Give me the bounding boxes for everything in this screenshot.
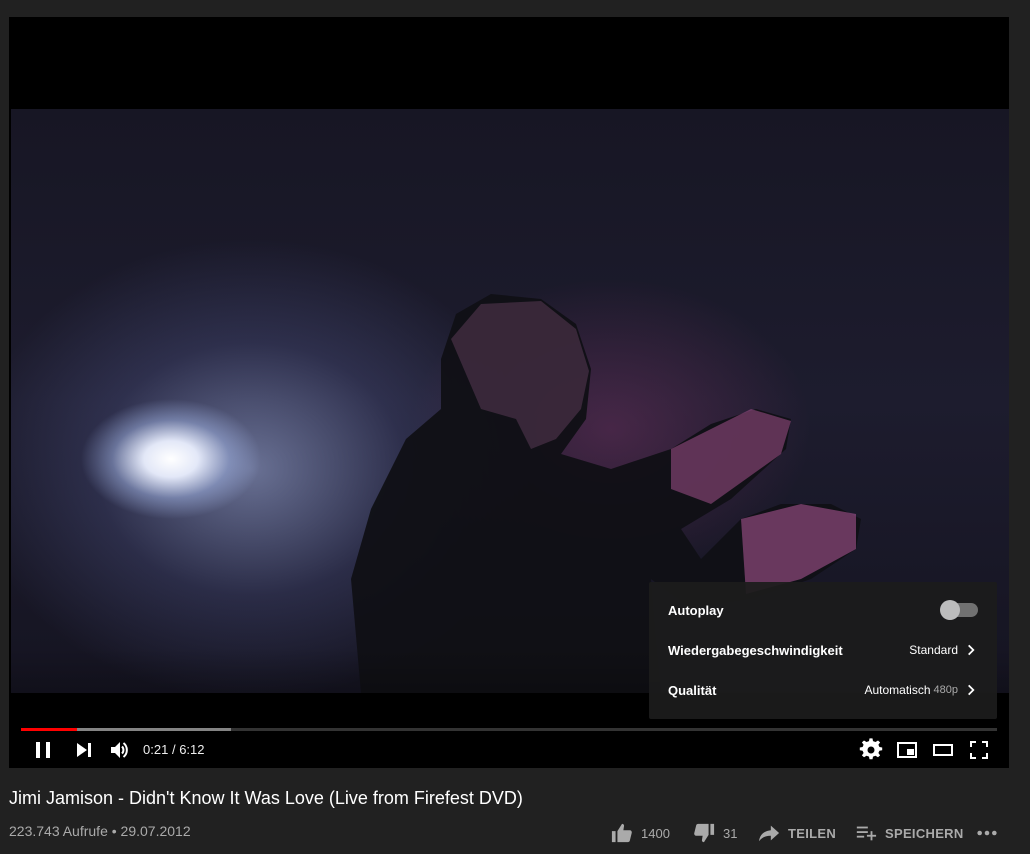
- settings-menu: Autoplay Wiedergabegeschwindigkeit Stand…: [649, 582, 997, 719]
- dislike-button[interactable]: 31: [693, 822, 737, 844]
- share-button[interactable]: TEILEN: [758, 822, 836, 844]
- video-title: Jimi Jamison - Didn't Know It Was Love (…: [9, 788, 523, 808]
- time-display: 0:21 / 6:12: [143, 742, 205, 757]
- share-label: TEILEN: [788, 825, 837, 841]
- chevron-right-icon: [968, 684, 975, 696]
- progress-played: [21, 728, 77, 731]
- theater-mode-button[interactable]: [925, 737, 961, 763]
- gear-icon: [859, 738, 883, 760]
- menu-item-playback-speed[interactable]: Wiedergabegeschwindigkeit Standard: [649, 630, 997, 670]
- next-button[interactable]: [66, 737, 102, 763]
- menu-item-autoplay[interactable]: Autoplay: [649, 590, 997, 630]
- theater-icon: [933, 744, 953, 756]
- quality-value: Automatisch: [864, 683, 931, 697]
- settings-button[interactable]: [853, 737, 889, 763]
- progress-bar[interactable]: [21, 728, 997, 731]
- views-and-date: 223.743 Aufrufe • 29.07.2012: [9, 823, 191, 839]
- volume-icon: [111, 742, 128, 758]
- more-actions-button[interactable]: [976, 822, 1006, 844]
- playlist-add-icon: [856, 826, 877, 841]
- thumbs-up-icon: [611, 823, 632, 843]
- fullscreen-button[interactable]: [961, 737, 997, 763]
- playback-speed-label: Wiedergabegeschwindigkeit: [668, 642, 843, 658]
- menu-item-quality[interactable]: Qualität Automatisch 480p: [649, 670, 997, 710]
- miniplayer-icon: [897, 742, 917, 758]
- playback-speed-value: Standard: [909, 643, 958, 657]
- playback-speed-value-group: Standard: [909, 643, 978, 657]
- volume-button[interactable]: [102, 737, 138, 763]
- pause-icon: [36, 742, 50, 758]
- share-arrow-icon: [758, 825, 780, 842]
- time-current: 0:21: [143, 742, 169, 757]
- like-button[interactable]: 1400: [611, 822, 670, 844]
- video-player[interactable]: 0:21 / 6:12 Autoplay Wiedergabegeschwind…: [9, 17, 1009, 768]
- pause-button[interactable]: [25, 737, 61, 763]
- save-label: SPEICHERN: [885, 825, 964, 841]
- autoplay-toggle[interactable]: [940, 600, 978, 620]
- autoplay-toggle-knob: [940, 600, 960, 620]
- save-button[interactable]: SPEICHERN: [855, 822, 964, 844]
- thumbs-down-icon: [694, 823, 715, 843]
- time-total: 6:12: [179, 742, 205, 757]
- like-count: 1400: [641, 825, 670, 841]
- autoplay-label: Autoplay: [668, 602, 724, 618]
- dislike-count: 31: [723, 825, 738, 841]
- quality-label: Qualität: [668, 682, 717, 698]
- quality-resolution: 480p: [933, 684, 958, 696]
- miniplayer-button[interactable]: [889, 737, 925, 763]
- more-dots-icon: [977, 830, 997, 836]
- chevron-right-icon: [968, 644, 975, 656]
- quality-value-group: Automatisch 480p: [864, 683, 978, 697]
- fullscreen-icon: [970, 741, 988, 759]
- time-separator: /: [171, 742, 176, 757]
- next-icon: [77, 743, 91, 757]
